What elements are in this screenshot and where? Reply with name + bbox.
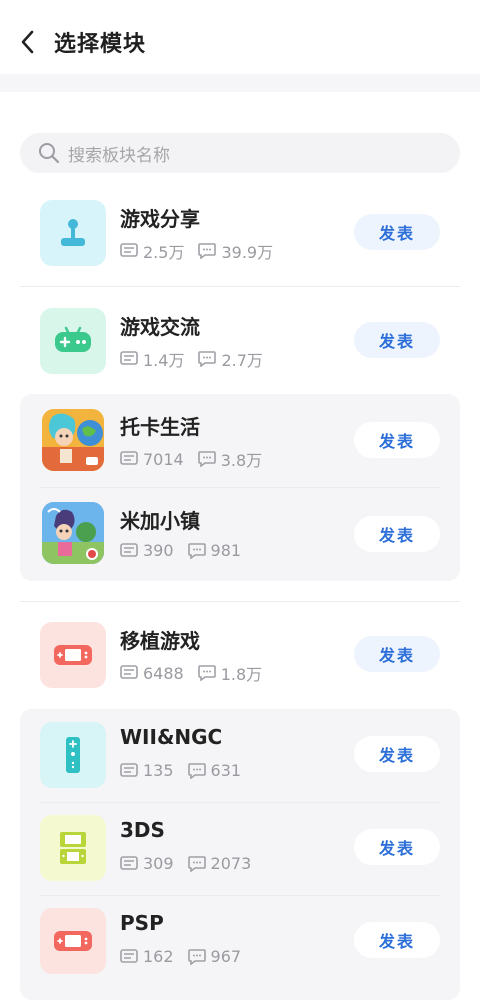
- section-stats: 6488 1.8万: [120, 661, 276, 685]
- list-icon: [120, 351, 138, 365]
- comment-count: 631: [187, 761, 242, 780]
- comment-icon: [187, 762, 206, 779]
- comment-count-value: 2073: [210, 854, 252, 873]
- list-item[interactable]: 游戏交流 1.4万 2.7万 发表: [20, 296, 460, 386]
- list-item[interactable]: WII&NGC 135 631 发表: [20, 710, 460, 800]
- divider: [20, 286, 460, 287]
- post-count-value: 390: [143, 541, 174, 560]
- gamepad-icon: [40, 308, 106, 374]
- comment-count-value: 39.9万: [221, 243, 274, 262]
- list-item[interactable]: 移植游戏 6488 1.8万 发表: [20, 610, 460, 700]
- list-icon: [120, 542, 138, 557]
- comment-count-value: 967: [210, 947, 242, 966]
- comment-count-value: 631: [210, 761, 242, 780]
- 3ds-console-icon: [40, 815, 106, 881]
- list-icon: [120, 451, 138, 465]
- divider: [40, 487, 440, 488]
- comment-count: 967: [187, 947, 242, 966]
- post-count-value: 309: [143, 854, 174, 873]
- section-name: 托卡生活: [120, 415, 200, 439]
- post-count: 135: [120, 761, 174, 780]
- comment-icon: [197, 451, 216, 467]
- section-stats: 309 2073: [120, 854, 265, 873]
- post-count-value: 162: [143, 947, 174, 966]
- section-name: WII&NGC: [120, 725, 223, 749]
- list-icon: [120, 855, 138, 870]
- miga-town-app-icon: [42, 502, 104, 564]
- post-button[interactable]: 发表: [354, 829, 440, 865]
- comment-icon: [197, 665, 216, 681]
- post-count-value: 6488: [143, 663, 184, 683]
- section-stats: 7014 3.8万: [120, 447, 276, 471]
- back-button[interactable]: [14, 28, 42, 56]
- list-icon: [120, 762, 138, 777]
- divider: [20, 601, 460, 602]
- post-count: 162: [120, 947, 174, 966]
- post-button[interactable]: 发表: [354, 736, 440, 772]
- comment-count-value: 3.8万: [220, 451, 263, 470]
- toca-life-app-icon: [42, 409, 104, 471]
- section-name: 移植游戏: [120, 629, 200, 653]
- comment-count: 39.9万: [198, 239, 273, 263]
- list-item[interactable]: 游戏分享 2.5万 39.9万 发表: [20, 188, 460, 278]
- search-input[interactable]: 搜索板块名称: [20, 133, 460, 173]
- comment-count-value: 2.7万: [221, 351, 263, 370]
- post-count: 7014: [120, 450, 184, 469]
- search-placeholder: 搜索板块名称: [68, 145, 170, 166]
- post-count: 309: [120, 854, 174, 873]
- list-item[interactable]: 3DS 309 2073 发表: [20, 803, 460, 893]
- list-icon: [120, 948, 138, 963]
- top-bar: 选择模块: [0, 0, 480, 74]
- comment-icon: [187, 948, 206, 965]
- post-button[interactable]: 发表: [354, 422, 440, 458]
- section-name: 游戏分享: [120, 207, 200, 231]
- comment-icon: [198, 351, 217, 367]
- comment-count-value: 981: [210, 541, 242, 560]
- wii-remote-icon: [40, 722, 106, 788]
- post-button[interactable]: 发表: [354, 516, 440, 552]
- comment-count: 2.7万: [198, 347, 263, 371]
- post-count: 1.4万: [120, 347, 184, 371]
- section-name: 米加小镇: [120, 509, 200, 533]
- search-icon: [39, 143, 60, 164]
- comment-count: 981: [187, 541, 242, 560]
- chevron-left-icon: [21, 30, 34, 54]
- section-name: PSP: [120, 911, 164, 935]
- section-stats: 390 981: [120, 541, 255, 560]
- page-title: 选择模块: [54, 32, 147, 57]
- section-stats: 162 967: [120, 947, 255, 966]
- section-stats: 135 631: [120, 761, 255, 780]
- post-button[interactable]: 发表: [354, 214, 440, 250]
- list-icon: [120, 665, 138, 679]
- post-button[interactable]: 发表: [354, 922, 440, 958]
- section-name: 3DS: [120, 818, 165, 842]
- list-item[interactable]: PSP 162 967 发表: [20, 896, 460, 986]
- comment-icon: [198, 243, 217, 259]
- psp-console-icon: [40, 908, 106, 974]
- section-name: 游戏交流: [120, 315, 200, 339]
- post-count-value: 2.5万: [143, 243, 185, 262]
- post-count: 2.5万: [120, 239, 184, 263]
- list-item[interactable]: 米加小镇 390 981 发表: [20, 490, 460, 580]
- handheld-console-icon: [40, 622, 106, 688]
- post-count-value: 1.4万: [143, 351, 185, 370]
- post-count-value: 135: [143, 761, 174, 780]
- comment-count: 3.8万: [197, 447, 263, 471]
- comment-icon: [187, 542, 206, 559]
- comment-icon: [187, 855, 206, 872]
- section-stats: 2.5万 39.9万: [120, 239, 287, 263]
- header-divider: [0, 74, 480, 92]
- post-button[interactable]: 发表: [354, 322, 440, 358]
- post-button[interactable]: 发表: [354, 636, 440, 672]
- post-count: 6488: [120, 664, 184, 683]
- comment-count-value: 1.8万: [220, 665, 263, 684]
- post-count-value: 7014: [143, 449, 184, 469]
- post-count: 390: [120, 541, 174, 560]
- section-stats: 1.4万 2.7万: [120, 347, 277, 371]
- comment-count: 2073: [187, 854, 252, 873]
- list-icon: [120, 243, 138, 257]
- list-item[interactable]: 托卡生活 7014 3.8万 发表: [20, 396, 460, 486]
- comment-count: 1.8万: [197, 661, 263, 685]
- joystick-icon: [40, 200, 106, 266]
